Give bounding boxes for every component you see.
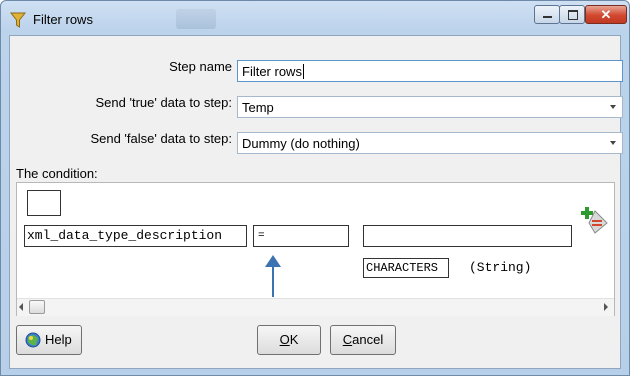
filter-rows-icon — [10, 12, 26, 28]
title-bar[interactable]: Filter rows ✕ — [1, 1, 629, 35]
help-label: Help — [45, 332, 72, 347]
true-step-dropdown[interactable]: Temp — [237, 96, 623, 118]
step-name-value: Filter rows — [242, 64, 302, 79]
step-name-input[interactable]: Filter rows — [237, 60, 623, 82]
horizontal-scrollbar[interactable] — [17, 298, 614, 316]
condition-constant-type: (String) — [469, 260, 532, 275]
scroll-right-icon[interactable] — [604, 303, 608, 311]
false-step-dropdown[interactable]: Dummy (do nothing) — [237, 132, 623, 154]
false-step-value: Dummy (do nothing) — [242, 136, 360, 151]
chevron-down-icon — [610, 141, 616, 145]
ghost-icon — [176, 9, 216, 29]
add-condition-icon[interactable] — [579, 205, 609, 235]
ok-label-rest: K — [289, 332, 299, 347]
scroll-thumb[interactable] — [29, 300, 45, 314]
step-name-label: Step name — [169, 59, 232, 74]
condition-constant[interactable]: CHARACTERS — [363, 258, 449, 278]
maximize-button[interactable] — [559, 5, 585, 24]
chevron-down-icon — [610, 105, 616, 109]
help-icon — [25, 332, 41, 348]
true-step-label: Send 'true' data to step: — [95, 95, 233, 110]
cancel-label-rest: ancel — [352, 332, 384, 347]
condition-panel: xml_data_type_description = CHARACTERS (… — [16, 182, 615, 316]
false-step-label: Send 'false' data to step: — [90, 131, 232, 146]
dialog-window: Filter rows ✕ Step name Filter rows Send… — [0, 0, 630, 376]
condition-value-field[interactable] — [363, 225, 572, 247]
condition-field[interactable]: xml_data_type_description — [24, 225, 247, 247]
ok-button[interactable]: OK — [257, 325, 321, 355]
window-title: Filter rows — [33, 12, 93, 27]
close-button[interactable]: ✕ — [585, 5, 627, 24]
annotation-arrow — [272, 261, 274, 297]
scroll-left-icon[interactable] — [19, 303, 23, 311]
condition-heading: The condition: — [16, 166, 98, 181]
negate-box[interactable] — [27, 190, 61, 216]
dialog-body: Step name Filter rows Send 'true' data t… — [9, 35, 623, 369]
cancel-button[interactable]: Cancel — [330, 325, 396, 355]
close-icon: ✕ — [600, 7, 612, 22]
minimize-button[interactable] — [534, 5, 560, 24]
help-button[interactable]: Help — [16, 325, 82, 355]
cancel-mnemonic: C — [342, 332, 353, 347]
ok-mnemonic: O — [279, 332, 290, 347]
true-step-value: Temp — [242, 100, 274, 115]
condition-operator[interactable]: = — [253, 225, 349, 247]
